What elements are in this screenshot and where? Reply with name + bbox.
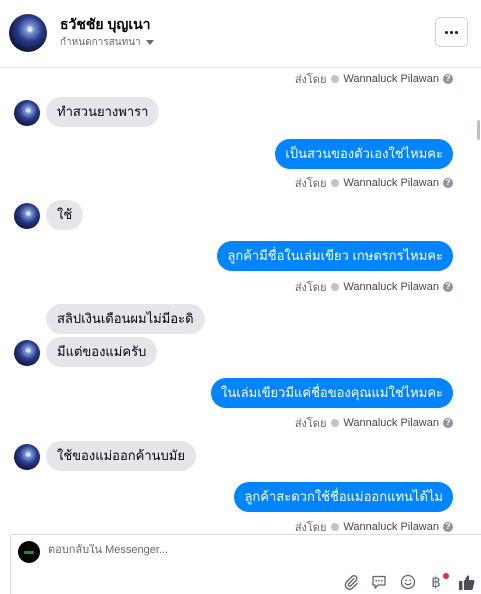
- baht-icon: ฿: [431, 573, 441, 591]
- scrollbar-thumb[interactable]: [477, 120, 480, 140]
- more-icon-dot: [450, 30, 453, 34]
- sender-avatar-icon: [331, 419, 340, 427]
- emoji-button[interactable]: [399, 573, 417, 591]
- like-icon: [458, 574, 474, 590]
- caret-down-icon: [145, 40, 154, 45]
- sent-by-line: ส่งโดย Wannaluck Pilawan ?: [295, 414, 453, 432]
- sent-by-line: ส่งโดย Wannaluck Pilawan ?: [295, 518, 453, 533]
- contact-avatar-small: [14, 203, 40, 229]
- outgoing-message[interactable]: ลูกค้าสะดวกใช้ชื่อแม่ออกแทนได้ไม: [234, 482, 453, 512]
- info-icon[interactable]: ?: [443, 418, 453, 428]
- page-logo-icon: [24, 550, 34, 554]
- more-icon-dot: [455, 30, 458, 34]
- info-icon[interactable]: ?: [443, 74, 453, 84]
- sent-by-prefix: ส่งโดย: [294, 282, 327, 294]
- contact-avatar-small: [14, 100, 40, 126]
- sent-by-prefix: ส่งโดย: [294, 178, 327, 190]
- conversation-settings-dropdown[interactable]: กำหนดการสนทนา: [60, 35, 154, 50]
- sender-name: Wannaluck Pilawan: [343, 73, 439, 85]
- more-icon: [445, 30, 448, 34]
- sent-by-line: ส่งโดย Wannaluck Pilawan ?: [295, 70, 453, 88]
- sent-by-prefix: ส่งโดย: [294, 74, 327, 86]
- sent-by-prefix: ส่งโดย: [294, 522, 327, 533]
- more-options-button[interactable]: [435, 17, 468, 47]
- conversation-header: ธวัชชัย บุญเนา กำหนดการสนทนา: [0, 0, 481, 68]
- sent-by-line: ส่งโดย Wannaluck Pilawan ?: [295, 174, 453, 192]
- conversation-settings-label: กำหนดการสนทนา: [60, 37, 141, 48]
- reply-composer: ฿: [10, 534, 481, 594]
- info-icon[interactable]: ?: [443, 522, 453, 532]
- emoji-icon: [400, 574, 416, 590]
- message-thread[interactable]: ส่งโดย Wannaluck Pilawan ? ทำสวนยางพารา …: [0, 68, 481, 533]
- incoming-message[interactable]: ใช้: [46, 200, 84, 230]
- incoming-message[interactable]: ทำสวนยางพารา: [46, 97, 160, 127]
- sender-name: Wannaluck Pilawan: [343, 521, 439, 533]
- attachment-button[interactable]: [342, 573, 360, 591]
- incoming-message[interactable]: สลิปเงินเดือนผมไม่มีอะดิ: [46, 304, 205, 334]
- info-icon[interactable]: ?: [443, 282, 453, 292]
- sender-avatar-icon: [331, 75, 340, 83]
- saved-replies-button[interactable]: [370, 573, 388, 591]
- sent-by-line: ส่งโดย Wannaluck Pilawan ?: [295, 278, 453, 296]
- page-avatar: [18, 541, 40, 563]
- sender-name: Wannaluck Pilawan: [343, 177, 439, 189]
- contact-name[interactable]: ธวัชชัย บุญเนา: [60, 14, 151, 36]
- incoming-message[interactable]: ใช้ของแม่ออกค้านบมัย: [46, 441, 196, 471]
- outgoing-message[interactable]: ลูกค้ามีชื่อในเล่มเขียว เกษตรกรไหมคะ: [217, 241, 453, 271]
- contact-avatar-small: [14, 444, 40, 470]
- sender-avatar-icon: [331, 283, 340, 291]
- sender-avatar-icon: [331, 523, 340, 531]
- contact-avatar[interactable]: [9, 14, 47, 52]
- like-button[interactable]: [457, 573, 475, 591]
- saved-replies-icon: [372, 575, 386, 589]
- outgoing-message[interactable]: เป็นสวนของตัวเองใช่ไหมคะ: [275, 139, 453, 169]
- sender-name: Wannaluck Pilawan: [343, 281, 439, 293]
- sender-avatar-icon: [331, 179, 340, 187]
- sent-by-prefix: ส่งโดย: [294, 418, 327, 430]
- contact-avatar-small: [14, 340, 40, 366]
- attachment-icon: [344, 574, 358, 590]
- reply-input[interactable]: [48, 544, 348, 556]
- info-icon[interactable]: ?: [443, 178, 453, 188]
- outgoing-message[interactable]: ในเล่มเขียวมีแค่ชื่อของคุณแม่ใช่ไหมคะ: [210, 378, 453, 408]
- incoming-message[interactable]: มีแต่ของแม่ครับ: [46, 337, 158, 367]
- notification-dot: [443, 573, 449, 579]
- sender-name: Wannaluck Pilawan: [343, 417, 439, 429]
